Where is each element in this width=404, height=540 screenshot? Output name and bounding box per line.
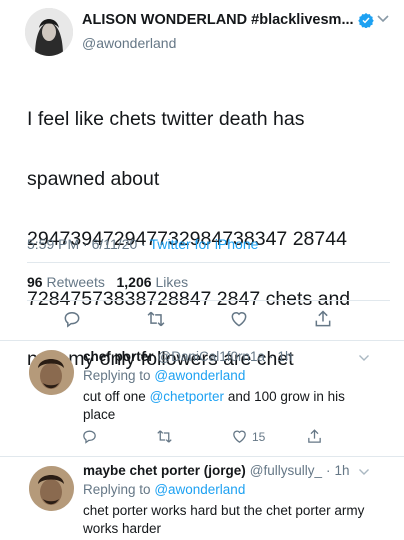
replying-to-label: Replying to <box>83 368 151 383</box>
tweet-text-line: spawned about <box>27 168 160 190</box>
verified-badge-icon <box>357 13 374 28</box>
tweet-source-link[interactable]: Twitter for iPhone <box>149 236 258 252</box>
reply-display-name[interactable]: chef porter <box>83 349 154 364</box>
meta-separator: · <box>326 463 331 478</box>
avatar[interactable] <box>29 466 74 511</box>
tweet-stats: 96 Retweets 1,206 Likes <box>27 274 188 290</box>
like-count: 15 <box>252 429 266 444</box>
avatar[interactable] <box>25 8 73 56</box>
divider <box>27 300 390 301</box>
reply-display-name[interactable]: maybe chet porter (jorge) <box>83 463 246 478</box>
share-button[interactable] <box>306 428 323 445</box>
chevron-down-icon[interactable] <box>358 354 370 362</box>
retweet-icon <box>157 430 172 443</box>
meta-separator: · <box>269 349 274 364</box>
reply-tweet[interactable]: maybe chet porter (jorge) @fullysully_ · 1… <box>0 456 404 540</box>
reply-handle[interactable]: @DaniCal1f0rn1a <box>158 349 266 364</box>
likes-count: 1,206 <box>116 274 152 290</box>
author-line: ALISON WONDERLAND #blacklivesm... <box>82 12 374 28</box>
tweet-meta: 5:59 PM · 6/11/20 · Twitter for iPhone <box>27 236 258 252</box>
avatar[interactable] <box>29 350 74 395</box>
meta-separator: · <box>83 236 88 252</box>
share-icon <box>308 429 321 443</box>
chevron-down-icon[interactable] <box>376 14 390 24</box>
replying-to: Replying to @awonderland <box>83 368 245 383</box>
reply-time: 1h <box>277 349 293 364</box>
retweets-count: 96 <box>27 274 43 290</box>
replying-to-mention[interactable]: @awonderland <box>154 368 245 383</box>
like-button[interactable] <box>229 309 249 329</box>
reply-header: maybe chet porter (jorge) @fullysully_ · 1… <box>83 463 350 478</box>
reply-header: chef porter @DaniCal1f0rn1a · 1h <box>83 349 293 364</box>
share-button[interactable] <box>313 309 333 329</box>
reply-text: chet porter works hard but the chet port… <box>83 503 365 536</box>
main-tweet: ALISON WONDERLAND #blacklivesm... @awond… <box>0 0 404 370</box>
meta-separator: · <box>141 236 146 252</box>
tweet-time: 5:59 PM <box>27 236 80 252</box>
reply-button[interactable] <box>81 428 98 445</box>
retweets-label: Retweets <box>46 274 105 290</box>
reply-text-part: cut off one <box>83 389 150 404</box>
reply-mention[interactable]: @chetporter <box>150 389 225 404</box>
reply-icon <box>64 311 80 328</box>
chevron-down-icon[interactable] <box>358 468 370 476</box>
divider <box>27 262 390 263</box>
reply-handle[interactable]: @fullysully_ <box>250 463 322 478</box>
replying-to: Replying to @awonderland <box>83 482 245 497</box>
share-icon <box>315 310 331 327</box>
author-handle[interactable]: @awonderland <box>82 35 176 51</box>
likes-label: Likes <box>155 274 189 290</box>
replying-to-label: Replying to <box>83 482 151 497</box>
retweet-button[interactable] <box>156 428 173 445</box>
tweet-date: 6/11/20 <box>91 236 138 252</box>
main-actions <box>0 309 404 333</box>
like-button[interactable]: 15 <box>231 428 265 445</box>
tweet-text-line: I feel like chets twitter death has <box>27 108 305 130</box>
reply-text: cut off one @chetporter and 100 grow in … <box>83 388 373 424</box>
retweets-stat[interactable]: 96 Retweets <box>27 274 105 290</box>
display-name[interactable]: ALISON WONDERLAND #blacklivesm... <box>82 12 354 28</box>
likes-stat[interactable]: 1,206 Likes <box>117 274 189 290</box>
replying-to-mention[interactable]: @awonderland <box>154 482 245 497</box>
reply-button[interactable] <box>62 309 82 329</box>
reply-time: 1h <box>334 463 350 478</box>
reply-tweet[interactable]: chef porter @DaniCal1f0rn1a · 1h Replying … <box>0 340 404 456</box>
retweet-icon <box>147 311 165 327</box>
reply-actions: 15 <box>0 428 404 452</box>
retweet-button[interactable] <box>146 309 166 329</box>
heart-icon <box>233 430 246 443</box>
reply-icon <box>83 430 96 444</box>
heart-icon <box>231 312 247 327</box>
